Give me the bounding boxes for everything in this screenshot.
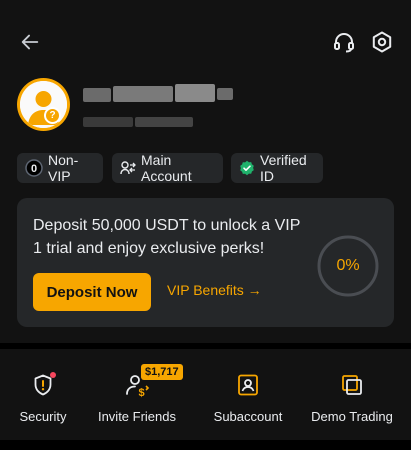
main-account-label: Main Account — [141, 152, 192, 184]
bottom-edge — [0, 440, 411, 450]
demo-trading-icon — [338, 371, 366, 399]
invite-reward-badge: $1,717 — [141, 364, 183, 380]
quick-action-security[interactable]: Security — [18, 371, 68, 431]
back-button[interactable] — [16, 28, 44, 56]
top-bar — [0, 22, 411, 62]
vip-level-tag[interactable]: 0 Non-VIP — [17, 152, 103, 184]
hexagon-settings-icon — [372, 31, 392, 53]
quick-action-label: Security — [19, 409, 67, 424]
shield-alert-icon — [29, 371, 57, 399]
vip-zero-icon: 0 — [25, 159, 43, 177]
support-button[interactable] — [330, 28, 358, 56]
quick-action-label: Invite Friends — [97, 409, 177, 424]
verified-check-icon — [239, 160, 255, 176]
headset-icon — [334, 33, 354, 53]
vip-level-label: Non-VIP — [48, 152, 79, 184]
vip-progress-percent: 0% — [336, 257, 360, 274]
quick-action-label: Subaccount — [213, 409, 283, 424]
subaccount-icon — [234, 371, 262, 399]
settings-button[interactable] — [368, 28, 396, 56]
vip-benefits-link[interactable]: VIP Benefits → — [167, 282, 262, 298]
quick-actions-section: Security $ Invite Friends $1,717 Subacco… — [0, 349, 411, 450]
svg-text:0: 0 — [31, 163, 37, 175]
quick-action-subaccount[interactable]: Subaccount — [212, 371, 284, 431]
user-avatar-icon — [20, 81, 67, 128]
svg-text:$: $ — [138, 387, 144, 398]
alert-dot — [50, 372, 56, 378]
deposit-now-button[interactable]: Deposit Now — [33, 273, 151, 311]
vip-promo-card: Deposit 50,000 USDT to unlock a VIP 1 tr… — [17, 198, 394, 327]
verified-id-label: Verified ID — [260, 152, 307, 184]
account-header-section: ? 0 Non-VIP Main Account Verified ID Dep… — [0, 0, 411, 343]
avatar-badge: ? — [44, 107, 61, 124]
verified-id-tag[interactable]: Verified ID — [231, 152, 323, 184]
avatar[interactable] — [17, 78, 70, 131]
quick-action-invite-friends[interactable]: $ Invite Friends — [94, 371, 180, 431]
quick-action-label: Demo Trading — [311, 409, 393, 424]
arrow-left-icon — [21, 34, 39, 50]
user-switch-icon — [120, 160, 136, 176]
uid-redacted — [83, 115, 193, 129]
quick-action-demo-trading[interactable]: Demo Trading — [310, 371, 394, 431]
vip-promo-message: Deposit 50,000 USDT to unlock a VIP 1 tr… — [33, 217, 301, 257]
username-redacted — [83, 84, 233, 104]
main-account-tag[interactable]: Main Account — [112, 152, 223, 184]
